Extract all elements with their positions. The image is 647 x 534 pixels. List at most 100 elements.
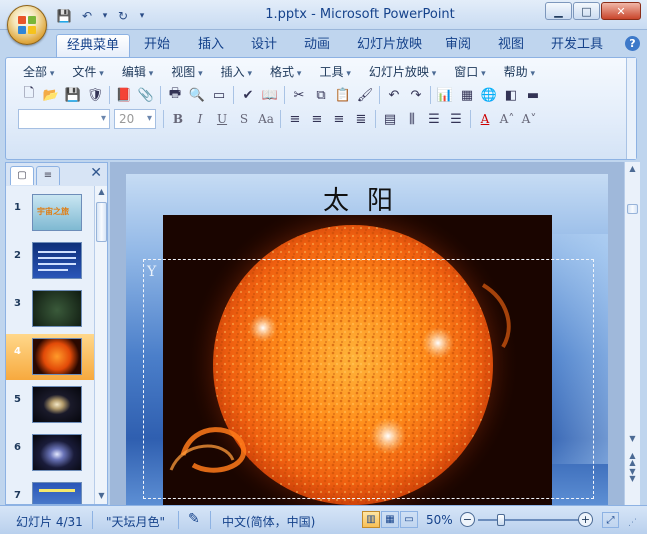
numbering-icon[interactable]: ☰: [423, 109, 445, 129]
close-icon[interactable]: ✕: [90, 165, 102, 181]
help-icon[interactable]: ?: [625, 36, 640, 51]
menu-slide-show[interactable]: 幻灯片放映: [360, 62, 445, 82]
underline-button[interactable]: U: [211, 109, 233, 129]
slide-thumbnail[interactable]: 7: [6, 478, 94, 504]
font-size-combo[interactable]: 20: [114, 109, 156, 129]
pdf-export-icon[interactable]: 📕: [113, 85, 135, 105]
slide-thumbnail[interactable]: 2: [6, 238, 94, 284]
save-icon[interactable]: 💾: [54, 7, 74, 25]
open-folder-icon[interactable]: 📂: [40, 85, 62, 105]
scroll-down-icon[interactable]: ▼: [627, 434, 638, 446]
slide-thumbnail[interactable]: 1 宇宙之旅: [6, 190, 94, 236]
new-document-icon[interactable]: 🗋: [18, 85, 40, 105]
outline-tab-icon[interactable]: ≡: [36, 166, 60, 185]
align-center-icon[interactable]: ≡: [306, 109, 328, 129]
justify-icon[interactable]: ≣: [350, 109, 372, 129]
font-name-combo[interactable]: [18, 109, 110, 129]
tab-classic-menu[interactable]: 经典菜单: [56, 34, 131, 57]
cut-icon[interactable]: ✂: [288, 85, 310, 105]
next-slide-icon[interactable]: ▼ ▼: [627, 468, 638, 483]
change-case-button[interactable]: Aa: [255, 109, 277, 129]
print-icon[interactable]: 🖶: [164, 85, 186, 105]
permission-icon[interactable]: 🛡: [84, 85, 106, 105]
print-preview-icon[interactable]: 🔍: [186, 85, 208, 105]
bold-button[interactable]: B: [167, 109, 189, 129]
menu-file[interactable]: 文件: [63, 62, 112, 82]
spelling-icon[interactable]: ✔: [237, 85, 259, 105]
tab-animations[interactable]: 动画: [294, 34, 340, 57]
slide-title[interactable]: 太阳: [126, 180, 608, 217]
zoom-slider-thumb[interactable]: [496, 514, 505, 526]
slide-show-icon[interactable]: ▭: [208, 85, 230, 105]
slide-scrollbar[interactable]: ▲ ▼ ▲ ▲ ▼ ▼: [624, 162, 640, 505]
menu-all[interactable]: 全部: [14, 62, 63, 82]
previous-slide-icon[interactable]: ▲ ▲: [627, 452, 638, 467]
tab-home[interactable]: 开始: [134, 34, 180, 57]
theme-name[interactable]: "天坛月色": [106, 513, 165, 530]
slide-sorter-view-icon[interactable]: ▦: [381, 511, 399, 528]
close-button[interactable]: ✕: [601, 2, 641, 20]
maximize-button[interactable]: □: [573, 2, 600, 20]
menu-format[interactable]: 格式: [261, 62, 310, 82]
menu-tools[interactable]: 工具: [310, 62, 359, 82]
thumbnail-scrollbar[interactable]: ▲ ▼: [94, 186, 107, 504]
zoom-out-icon[interactable]: −: [460, 512, 475, 527]
slideshow-view-icon[interactable]: ▭: [400, 511, 418, 528]
slide-thumbnail[interactable]: 6: [6, 430, 94, 476]
zoom-in-icon[interactable]: +: [578, 512, 593, 527]
undo-dropdown-icon[interactable]: ▾: [100, 7, 110, 25]
tab-view[interactable]: 视图: [488, 34, 534, 57]
bullets-icon[interactable]: ☰: [445, 109, 467, 129]
scroll-up-icon[interactable]: ▲: [96, 187, 107, 199]
fill-color-icon[interactable]: ▬: [522, 85, 544, 105]
redo-icon[interactable]: ↷: [405, 85, 427, 105]
resize-grip-icon[interactable]: ⋰: [628, 518, 637, 528]
menu-window[interactable]: 窗口: [445, 62, 494, 82]
scroll-down-icon[interactable]: ▼: [96, 491, 107, 503]
menu-insert[interactable]: 插入: [212, 62, 261, 82]
slide-canvas[interactable]: 太阳 Y: [126, 174, 608, 505]
content-placeholder[interactable]: [143, 259, 594, 499]
menu-view[interactable]: 视图: [162, 62, 211, 82]
slides-tab-icon[interactable]: ▢: [10, 166, 34, 185]
spell-check-icon[interactable]: ✎: [188, 511, 200, 527]
align-left-icon[interactable]: ≡: [284, 109, 306, 129]
italic-button[interactable]: I: [189, 109, 211, 129]
zoom-level[interactable]: 50%: [426, 513, 453, 527]
office-button[interactable]: [7, 5, 47, 45]
format-painter-icon[interactable]: 🖌: [354, 85, 376, 105]
zoom-slider-track[interactable]: [478, 519, 580, 521]
slide-thumbnail[interactable]: 3: [6, 286, 94, 332]
table-icon[interactable]: ▦: [456, 85, 478, 105]
font-color-icon[interactable]: A: [474, 109, 496, 129]
tab-insert[interactable]: 插入: [188, 34, 234, 57]
ribbon-scrollbar[interactable]: [626, 58, 636, 159]
minimize-button[interactable]: ▁: [545, 2, 572, 20]
save-icon[interactable]: 💾: [62, 85, 84, 105]
normal-view-icon[interactable]: ▥: [362, 511, 380, 528]
tab-slide-show[interactable]: 幻灯片放映: [347, 34, 432, 57]
columns-icon[interactable]: ▤: [379, 109, 401, 129]
shadow-button[interactable]: S: [233, 109, 255, 129]
slide-thumbnail[interactable]: 5: [6, 382, 94, 428]
text-direction-icon[interactable]: ⫼: [401, 109, 423, 129]
research-icon[interactable]: 📖: [259, 85, 281, 105]
customize-qat-icon[interactable]: ▾: [136, 7, 148, 25]
tab-review[interactable]: 审阅: [435, 34, 481, 57]
tab-developer[interactable]: 开发工具: [541, 34, 613, 57]
copy-icon[interactable]: ⧉: [310, 85, 332, 105]
undo-icon[interactable]: ↶: [383, 85, 405, 105]
scroll-up-icon[interactable]: ▲: [627, 164, 638, 176]
scrollbar-thumb[interactable]: [96, 202, 107, 242]
fit-to-window-icon[interactable]: ⤢: [602, 512, 619, 528]
grow-font-icon[interactable]: A˄: [496, 109, 518, 129]
redo-icon[interactable]: ↻: [113, 7, 133, 25]
scrollbar-thumb[interactable]: [627, 204, 638, 214]
tab-design[interactable]: 设计: [241, 34, 287, 57]
chart-icon[interactable]: 📊: [434, 85, 456, 105]
hyperlink-icon[interactable]: 🌐: [478, 85, 500, 105]
menu-edit[interactable]: 编辑: [113, 62, 162, 82]
menu-help[interactable]: 帮助: [495, 62, 544, 82]
slide-thumbnail-selected[interactable]: 4: [6, 334, 94, 380]
undo-icon[interactable]: ↶: [77, 7, 97, 25]
